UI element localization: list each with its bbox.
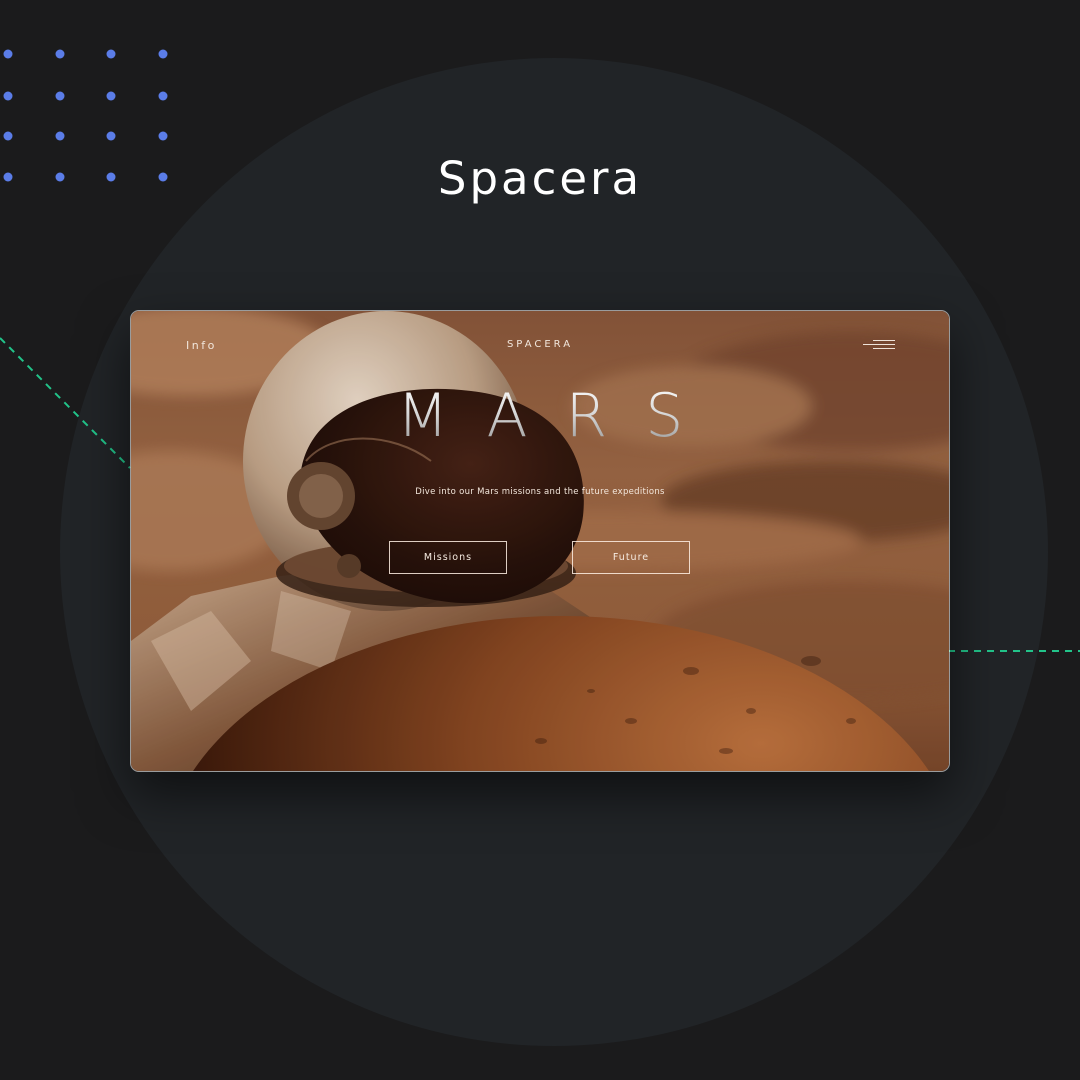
hero-title: MARS: [131, 381, 949, 451]
hamburger-menu-icon[interactable]: [861, 339, 895, 353]
nav-logo[interactable]: SPACERA: [131, 339, 949, 350]
astronaut-mars-hero-image: [131, 311, 949, 771]
future-button[interactable]: Future: [572, 541, 690, 574]
hero-card: Info SPACERA MARS Dive into our Mars mis…: [130, 310, 950, 772]
missions-button[interactable]: Missions: [389, 541, 507, 574]
hero-subtitle: Dive into our Mars missions and the futu…: [415, 487, 665, 497]
brand-title: Spacera: [437, 152, 643, 205]
